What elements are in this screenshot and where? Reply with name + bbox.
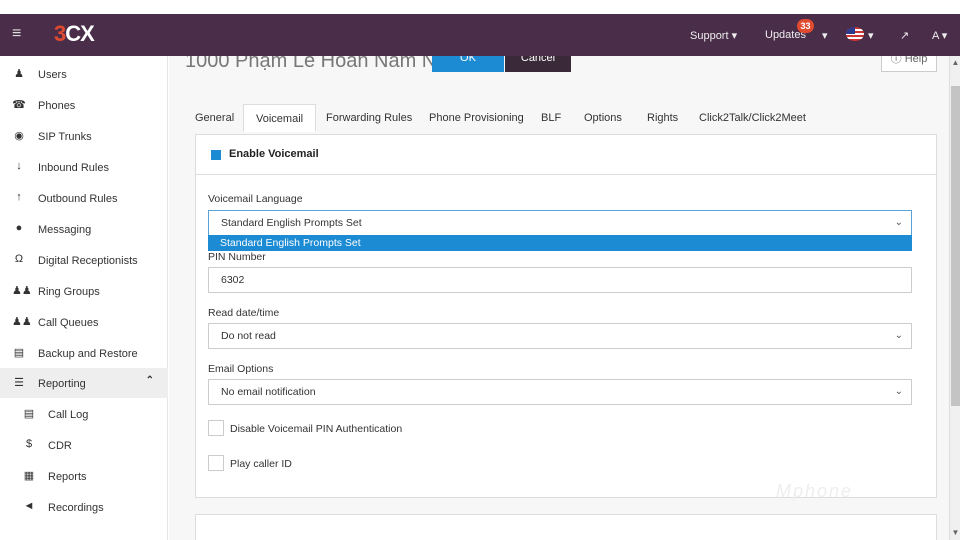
disable-pin-checkbox[interactable] xyxy=(208,420,224,436)
speaker-icon: ◄ xyxy=(23,500,35,512)
tab-general[interactable]: General xyxy=(195,104,234,132)
queue-icon: ♟♟ xyxy=(12,316,32,328)
sidebar-item-recordings[interactable]: ◄ Recordings xyxy=(0,492,168,522)
sidebar-item-reporting[interactable]: ☰ Reporting ⌃ xyxy=(0,368,168,398)
enable-voicemail-checkbox[interactable] xyxy=(211,150,221,160)
enable-voicemail-label: Enable Voicemail xyxy=(229,148,319,160)
sidebar-item-reports[interactable]: ▦ Reports xyxy=(0,461,168,491)
next-panel xyxy=(195,514,937,540)
play-caller-id-label: Play caller ID xyxy=(230,458,292,470)
language-dropdown-option[interactable]: Standard English Prompts Set xyxy=(208,235,912,251)
headset-icon: Ω xyxy=(14,253,24,265)
tab-phone-provisioning[interactable]: Phone Provisioning xyxy=(429,104,524,132)
tab-blf[interactable]: BLF xyxy=(541,104,561,132)
disable-pin-label: Disable Voicemail PIN Authentication xyxy=(230,423,403,435)
read-datetime-label: Read date/time xyxy=(208,307,280,319)
updates-caret-icon[interactable]: ▾ xyxy=(822,29,828,42)
chevron-down-icon: ⌄ xyxy=(894,386,903,397)
read-datetime-select[interactable]: Do not read ⌄ xyxy=(208,323,912,349)
globe-icon: ◉ xyxy=(14,130,24,142)
sidebar-item-call-log[interactable]: ▤ Call Log xyxy=(0,399,168,429)
us-flag-icon[interactable] xyxy=(846,27,864,41)
voicemail-language-select[interactable]: Standard English Prompts Set ⌄ xyxy=(208,210,912,236)
scroll-down-icon[interactable]: ▼ xyxy=(951,528,960,537)
panel-header: Enable Voicemail xyxy=(196,135,936,175)
sidebar: ♟ Users ☎ Phones ◉ SIP Trunks ↓ Inbound … xyxy=(0,56,168,540)
sidebar-item-messaging[interactable]: ● Messaging xyxy=(0,214,168,244)
pin-number-input[interactable]: 6302 xyxy=(208,267,912,293)
sidebar-item-cdr[interactable]: $ CDR xyxy=(0,430,168,460)
help-icon: ⓘ xyxy=(890,56,902,65)
sidebar-item-outbound-rules[interactable]: ↑ Outbound Rules xyxy=(0,183,168,213)
sidebar-item-sip-trunks[interactable]: ◉ SIP Trunks xyxy=(0,121,168,151)
sidebar-item-inbound-rules[interactable]: ↓ Inbound Rules xyxy=(0,152,168,182)
sidebar-item-users[interactable]: ♟ Users xyxy=(0,59,168,89)
ok-button[interactable]: OK xyxy=(432,56,504,72)
chevron-down-icon: ⌄ xyxy=(894,217,903,228)
support-menu[interactable]: Support ▾ xyxy=(690,29,737,42)
scrollbar-thumb[interactable] xyxy=(951,86,960,406)
chat-icon: ● xyxy=(15,222,23,234)
page-title: 1000 Phạm Lê Hoàn Nam Nam xyxy=(185,56,465,72)
sidebar-item-backup-restore[interactable]: ▤ Backup and Restore xyxy=(0,338,168,368)
sidebar-item-digital-receptionists[interactable]: Ω Digital Receptionists xyxy=(0,245,168,275)
scrollbar[interactable]: ▲ ▼ xyxy=(949,56,960,540)
main-content: 1000 Phạm Lê Hoàn Nam Nam OK Cancel ⓘ He… xyxy=(169,56,949,540)
user-icon: ♟ xyxy=(14,68,24,80)
watermark: Mphone xyxy=(776,481,854,501)
arrow-up-icon: ↑ xyxy=(16,191,22,203)
updates-badge: 33 xyxy=(797,19,814,33)
sidebar-item-call-queues[interactable]: ♟♟ Call Queues xyxy=(0,307,168,337)
group-icon: ♟♟ xyxy=(12,285,32,297)
phone-icon: ☎ xyxy=(12,99,26,111)
list-icon: ☰ xyxy=(14,377,24,389)
cancel-button[interactable]: Cancel xyxy=(505,56,571,72)
sidebar-item-phones[interactable]: ☎ Phones xyxy=(0,90,168,120)
tab-forwarding-rules[interactable]: Forwarding Rules xyxy=(326,104,412,132)
logo[interactable]: 3CX xyxy=(54,21,95,47)
tab-rights[interactable]: Rights xyxy=(647,104,678,132)
email-options-label: Email Options xyxy=(208,363,274,375)
voicemail-language-label: Voicemail Language xyxy=(208,193,303,205)
fullscreen-icon[interactable]: ↗ xyxy=(900,29,909,42)
database-icon: ▤ xyxy=(13,347,25,359)
play-caller-id-checkbox[interactable] xyxy=(208,455,224,471)
tab-options[interactable]: Options xyxy=(584,104,622,132)
scroll-up-icon[interactable]: ▲ xyxy=(951,58,960,67)
log-icon: ▤ xyxy=(23,408,35,420)
dollar-icon: $ xyxy=(25,438,33,450)
voicemail-panel: Enable Voicemail Voicemail Language Stan… xyxy=(195,134,937,501)
chevron-down-icon: ⌄ xyxy=(894,330,903,341)
user-menu[interactable]: A ▾ xyxy=(932,29,947,42)
email-options-select[interactable]: No email notification ⌄ xyxy=(208,379,912,405)
help-button[interactable]: ⓘ Help xyxy=(881,56,937,72)
arrow-down-icon: ↓ xyxy=(16,160,22,172)
language-caret-icon[interactable]: ▾ xyxy=(868,29,874,42)
menu-icon[interactable]: ≡ xyxy=(12,25,21,43)
pin-number-label: PIN Number xyxy=(208,251,266,263)
chevron-up-icon: ⌃ xyxy=(145,375,154,386)
tab-click2talk[interactable]: Click2Talk/Click2Meet xyxy=(699,104,806,132)
tab-voicemail[interactable]: Voicemail xyxy=(243,104,317,132)
sidebar-item-ring-groups[interactable]: ♟♟ Ring Groups xyxy=(0,276,168,306)
top-bar: ≡ 3CX Support ▾ Updates 33 ▾ ▾ ↗ A ▾ xyxy=(0,14,960,56)
report-icon: ▦ xyxy=(23,470,35,482)
